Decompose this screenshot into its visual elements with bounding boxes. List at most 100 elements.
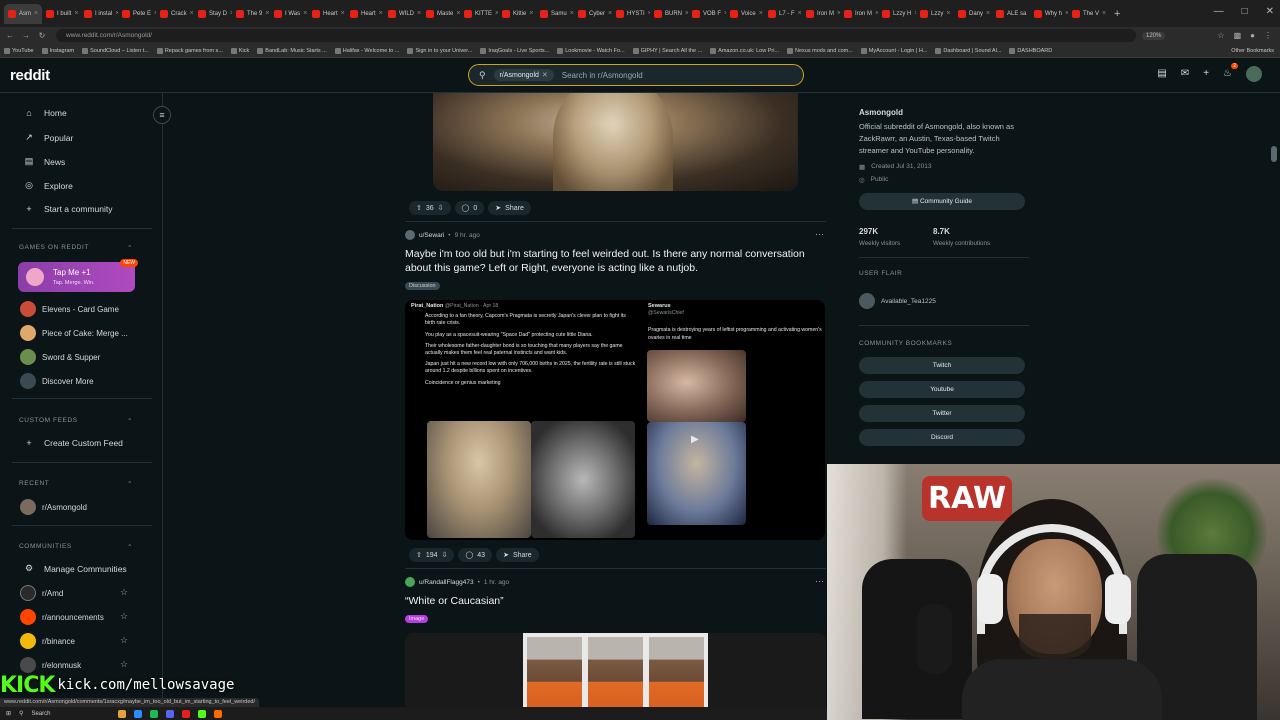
user-flair-row[interactable]: Available_Tea1225 [859,293,936,309]
bookmark-item[interactable]: Kick [230,47,249,54]
nav-home[interactable]: ⌂ Home [24,108,66,118]
taskbar-app-icon[interactable] [214,709,223,718]
favorite-star-icon[interactable]: ☆ [120,611,128,622]
browser-tab[interactable]: The V × [1068,4,1106,24]
recent-item[interactable]: r/Asmongold [20,499,87,515]
browser-tab[interactable]: BURN × [650,4,688,24]
nav-popular[interactable]: ↗ Popular [24,132,73,143]
bookmark-discord-button[interactable]: Discord [859,429,1025,446]
play-icon[interactable]: ▶ [691,434,699,445]
nav-explore[interactable]: ◎ Explore [24,180,73,191]
taskbar-app-icon[interactable] [150,709,159,718]
recent-header[interactable]: RECENT ⌃ [19,480,133,488]
tab-close-icon[interactable]: × [417,10,421,17]
share-button[interactable]: ➤ Share [496,548,539,562]
bookmark-item[interactable]: IraqGoals - Live Sports... [480,47,549,54]
communities-header[interactable]: COMMUNITIES ⌃ [19,543,133,551]
comments-button[interactable]: ◯ 43 [458,548,493,562]
browser-tab[interactable]: The 9 × [232,4,270,24]
tab-close-icon[interactable]: × [34,10,38,17]
browser-tab[interactable]: I instal × [80,4,118,24]
game-item[interactable]: Piece of Cake: Merge ... [20,325,128,341]
post-media[interactable]: Pirat_Nation @Pirat_Nation · Apr 18 Acco… [405,300,825,540]
bookmark-item[interactable]: Halifax - Welcome to ... [334,47,399,54]
other-bookmarks[interactable]: Other Bookmarks [1231,48,1274,54]
post-title[interactable]: “White or Caucasian” [405,594,805,608]
bookmark-item[interactable]: MyAccount - Login | H... [860,47,927,54]
forward-icon[interactable]: → [20,31,32,40]
author-avatar[interactable] [405,230,415,240]
bookmark-item[interactable]: Amazon.co.uk: Low Pri... [710,47,779,54]
taskbar-app-icon[interactable] [166,709,175,718]
bookmark-twitch-button[interactable]: Twitch [859,357,1025,374]
favorite-star-icon[interactable]: ☆ [120,635,128,646]
chat-icon[interactable]: ✉ [1181,68,1189,82]
downvote-icon[interactable]: ⇩ [442,551,448,559]
game-item[interactable]: Sword & Supper [20,349,100,365]
browser-tab[interactable]: ALE sa× [992,4,1030,24]
windows-start-icon[interactable]: ⊞ [6,710,11,717]
taskbar-app-icon[interactable] [118,709,127,718]
community-item[interactable]: r/elonmusk [20,657,81,673]
post-author[interactable]: u/RandallFlagg473 [419,579,474,586]
bookmark-item[interactable]: Sign in to your Univer... [407,47,472,54]
browser-tab[interactable]: Pete E× [118,4,156,24]
favorite-star-icon[interactable]: ☆ [120,659,128,670]
custom-feeds-header[interactable]: CUSTOM FEEDS ⌃ [19,417,133,425]
advertise-icon[interactable]: ▤ [1157,68,1166,82]
comments-button[interactable]: ◯ 0 [454,201,485,215]
reload-icon[interactable]: ↻ [36,31,48,40]
tab-close-icon[interactable]: × [303,10,307,17]
browser-tab[interactable]: Why h × [1030,4,1068,24]
game-item[interactable]: Elevens - Card Game [20,301,119,317]
share-button[interactable]: ➤ Share [488,201,531,215]
taskbar-search-label[interactable]: Search [31,711,50,717]
bookmark-item[interactable]: GIPHY | Search All the ... [632,47,702,54]
extensions-icon[interactable]: ▩ [1234,31,1242,40]
nav-news[interactable]: ▤ News [24,156,66,167]
post-title[interactable]: Maybe i'm too old but i'm starting to fe… [405,247,805,275]
bookmark-twitter-button[interactable]: Twitter [859,405,1025,422]
post-flair[interactable]: Image [405,615,429,623]
post-author[interactable]: u/Sewari [419,232,444,239]
bookmark-item[interactable]: Nexus mods and com... [787,47,853,54]
tab-close-icon[interactable]: × [759,10,763,17]
browser-tab[interactable]: WILD × [384,4,422,24]
search-bar[interactable]: ⚲ r/Asmongold ✕ Search in r/Asmongold [468,64,804,86]
browser-tab[interactable]: HYSTI × [612,4,650,24]
tab-close-icon[interactable]: × [265,10,269,17]
browser-tab[interactable]: Voice × [726,4,764,24]
taskbar-app-icon[interactable] [198,709,207,718]
maximize-icon[interactable]: □ [1242,6,1248,17]
taskbar-search-icon[interactable]: ⚲ [19,710,23,717]
community-guide-button[interactable]: ▤ Community Guide [859,193,1025,210]
back-icon[interactable]: ← [4,31,16,40]
browser-tab[interactable]: Iron M × [840,4,878,24]
bookmark-item[interactable]: BandLab: Music Starts ... [257,47,327,54]
browser-tab[interactable]: Heart × [308,4,346,24]
browser-tab[interactable]: VOB F× [688,4,726,24]
menu-icon[interactable]: ⋮ [1264,31,1272,40]
new-tab-button[interactable]: + [1106,8,1128,20]
bookmark-item[interactable]: Repack games from s... [156,47,223,54]
page-scrollbar[interactable] [1271,146,1277,162]
more-options-icon[interactable]: ⋯ [815,229,824,240]
games-section-header[interactable]: GAMES ON REDDIT ⌃ [19,244,133,252]
browser-tab[interactable]: Maste × [422,4,460,24]
create-post-icon[interactable]: + [1203,68,1209,82]
subreddit-search-chip[interactable]: r/Asmongold ✕ [493,69,554,81]
tab-close-icon[interactable]: × [986,10,990,17]
browser-tab[interactable]: Lzzy × [916,4,954,24]
notifications-icon[interactable]: ♨ [1223,63,1238,82]
taskbar-app-icon[interactable] [134,709,143,718]
sidebar-toggle-button[interactable]: ≡ [153,106,171,124]
bookmark-youtube-button[interactable]: Youtube [859,381,1025,398]
upvote-icon[interactable]: ⇧ [416,551,422,559]
browser-tab[interactable]: Heart × [346,4,384,24]
browser-tab[interactable]: Cyber × [574,4,612,24]
more-options-icon[interactable]: ⋯ [815,576,824,587]
downvote-icon[interactable]: ⇩ [438,204,444,212]
discover-more[interactable]: Discover More [20,373,94,389]
browser-tab[interactable]: KITTE × [460,4,498,24]
browser-tab[interactable]: Lzzy H× [878,4,916,24]
